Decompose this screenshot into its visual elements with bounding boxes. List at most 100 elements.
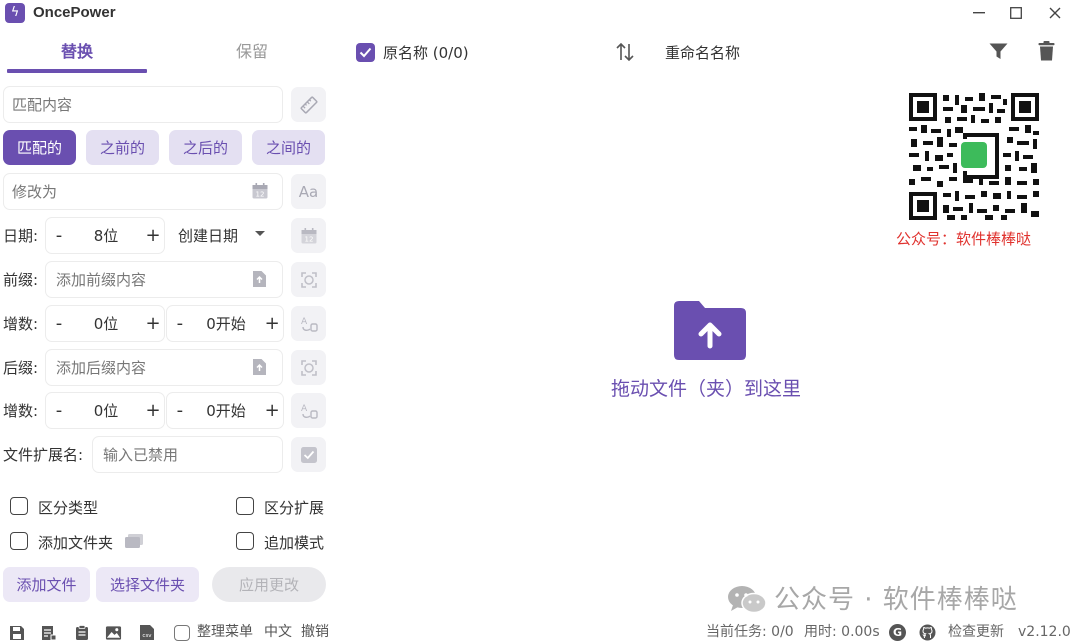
sort-alpha-icon: A xyxy=(301,317,318,332)
svg-text:csv: csv xyxy=(142,633,152,639)
add-file-button[interactable]: 添加文件 xyxy=(3,567,90,602)
checkbox-checked-icon xyxy=(300,446,317,463)
suffix-input[interactable]: 添加后缀内容 xyxy=(45,349,283,386)
prefix-digits-plus-button[interactable]: + xyxy=(142,313,164,334)
svg-text:12: 12 xyxy=(256,191,265,199)
calendar-icon: 12 xyxy=(301,227,316,243)
check-update-link[interactable]: 检查更新 xyxy=(948,623,1004,641)
date-label: 日期: xyxy=(3,227,39,245)
suffix-label: 后缀: xyxy=(3,359,39,377)
suffix-start-value: 0开始 xyxy=(206,402,246,420)
svg-text:12: 12 xyxy=(304,235,313,243)
swap-sort-icon[interactable] xyxy=(614,41,636,63)
version-label: v2.12.0 xyxy=(1018,624,1071,640)
case-toggle-button[interactable]: Aa xyxy=(291,174,326,209)
sort-alpha-icon: A xyxy=(301,404,318,419)
distinguish-extension-checkbox[interactable] xyxy=(236,497,254,515)
app-title: OncePower xyxy=(33,4,116,21)
prefix-start-value: 0开始 xyxy=(206,315,246,333)
wechat-icon xyxy=(727,584,767,616)
app-logo-icon: ϟ xyxy=(5,3,25,23)
date-minus-button[interactable]: - xyxy=(48,225,70,246)
renamed-name-header: 重命名名称 xyxy=(665,44,741,62)
undo-button[interactable]: 撤销 xyxy=(301,623,329,641)
close-icon[interactable] xyxy=(1036,0,1074,26)
prefix-start-minus-button[interactable]: - xyxy=(169,313,191,334)
folder-stack-icon xyxy=(124,533,144,549)
distinguish-type-label: 区分类型 xyxy=(38,499,99,517)
mode-before-button[interactable]: 之前的 xyxy=(86,130,159,165)
date-digits-stepper[interactable]: - 8位 + xyxy=(45,217,165,254)
github-icon[interactable] xyxy=(919,624,936,641)
maximize-icon[interactable] xyxy=(997,0,1035,26)
svg-text:A: A xyxy=(301,317,308,327)
calendar-insert-icon[interactable]: 12 xyxy=(251,182,269,200)
svg-text:A: A xyxy=(301,404,308,414)
add-folder-checkbox[interactable] xyxy=(10,532,28,550)
extension-input[interactable]: 输入已禁用 xyxy=(92,436,283,473)
prefix-refresh-button[interactable] xyxy=(291,262,326,297)
date-plus-button[interactable]: + xyxy=(142,225,164,246)
suffix-digits-value: 0位 xyxy=(93,402,119,420)
suffix-digits-stepper[interactable]: - 0位 + xyxy=(45,392,165,429)
qr-caption: 公众号：软件棒棒哒 xyxy=(896,230,1032,248)
extension-enable-button[interactable] xyxy=(291,437,326,472)
suffix-start-plus-button[interactable]: + xyxy=(261,400,283,421)
suffix-start-stepper[interactable]: - 0开始 + xyxy=(166,392,284,429)
date-digits-value: 8位 xyxy=(93,227,119,245)
qr-code-image xyxy=(909,93,1039,220)
minimize-icon[interactable] xyxy=(960,0,998,26)
current-task-status: 当前任务: 0/0 xyxy=(706,624,794,640)
tab-keep[interactable]: 保留 xyxy=(182,38,322,66)
tab-replace[interactable]: 替换 xyxy=(7,38,147,66)
prefix-digits-value: 0位 xyxy=(93,315,119,333)
original-name-header: 原名称 (0/0) xyxy=(383,44,469,62)
prefix-start-stepper[interactable]: - 0开始 + xyxy=(166,305,284,342)
language-switch[interactable]: 中文 xyxy=(264,623,292,641)
trash-icon[interactable] xyxy=(1038,41,1055,61)
upload-folder-icon[interactable] xyxy=(674,300,746,360)
prefix-digits-minus-button[interactable]: - xyxy=(48,313,70,334)
suffix-digits-minus-button[interactable]: - xyxy=(48,400,70,421)
organize-menu-checkbox[interactable] xyxy=(174,625,190,641)
modify-input[interactable]: 修改为 xyxy=(3,173,283,210)
save-icon[interactable] xyxy=(8,624,25,641)
ruler-icon xyxy=(300,96,317,113)
suffix-sort-button[interactable]: A xyxy=(291,393,326,428)
match-input[interactable]: 匹配内容 xyxy=(3,86,283,123)
filter-icon[interactable] xyxy=(989,43,1008,60)
organize-menu-label: 整理菜单 xyxy=(197,624,253,640)
refresh-frame-icon xyxy=(300,359,317,376)
mode-between-button[interactable]: 之间的 xyxy=(252,130,325,165)
prefix-input[interactable]: 添加前缀内容 xyxy=(45,261,283,298)
image-icon[interactable] xyxy=(105,624,122,641)
append-mode-checkbox[interactable] xyxy=(236,532,254,550)
clipboard-icon[interactable] xyxy=(73,624,90,641)
elapsed-time-status: 用时: 0.00s xyxy=(804,624,880,640)
suffix-digits-plus-button[interactable]: + xyxy=(142,400,164,421)
document-list-icon[interactable] xyxy=(40,624,57,641)
prefix-label: 前缀: xyxy=(3,271,39,289)
file-import-icon[interactable] xyxy=(252,270,267,288)
regex-ruler-button[interactable] xyxy=(291,87,326,122)
suffix-refresh-button[interactable] xyxy=(291,350,326,385)
apply-changes-button[interactable]: 应用更改 xyxy=(212,567,326,602)
prefix-start-plus-button[interactable]: + xyxy=(261,313,283,334)
select-folder-button[interactable]: 选择文件夹 xyxy=(96,567,199,602)
distinguish-type-checkbox[interactable] xyxy=(10,497,28,515)
file-import-icon[interactable] xyxy=(252,358,267,376)
mode-matched-button[interactable]: 匹配的 xyxy=(3,130,76,165)
prefix-increment-label: 增数: xyxy=(3,315,39,333)
chevron-down-icon[interactable] xyxy=(254,230,266,238)
csv-file-icon[interactable]: csv xyxy=(138,624,155,641)
date-calendar-button[interactable]: 12 xyxy=(291,218,326,253)
mode-after-button[interactable]: 之后的 xyxy=(169,130,242,165)
date-type-select[interactable]: 创建日期 xyxy=(178,226,238,246)
suffix-increment-label: 增数: xyxy=(3,402,39,420)
prefix-digits-stepper[interactable]: - 0位 + xyxy=(45,305,165,342)
suffix-start-minus-button[interactable]: - xyxy=(169,400,191,421)
prefix-sort-button[interactable]: A xyxy=(291,306,326,341)
g-badge-icon[interactable]: G xyxy=(889,624,906,641)
tab-active-indicator xyxy=(7,69,147,73)
original-name-checkbox[interactable] xyxy=(356,43,375,62)
